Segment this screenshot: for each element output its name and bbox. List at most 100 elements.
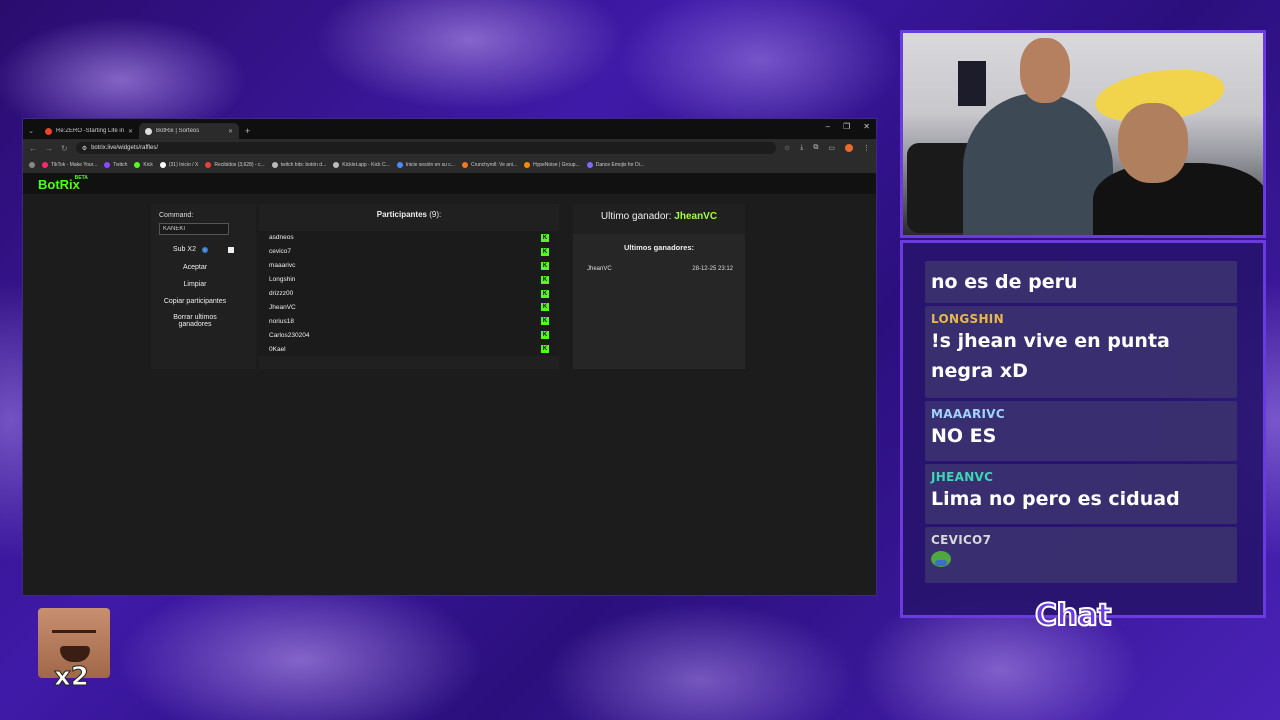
- bookmark-favicon-icon: [205, 162, 212, 168]
- webcam-feed: [900, 30, 1266, 238]
- bookmark-item[interactable]: Kick: [134, 162, 153, 168]
- close-tab-icon[interactable]: ✕: [128, 128, 133, 135]
- site-header: BotRix BETA: [23, 174, 876, 194]
- apps-icon[interactable]: [29, 162, 35, 168]
- profile-avatar-icon[interactable]: [845, 144, 853, 152]
- participant-row: maaarivc K: [259, 258, 559, 273]
- emote-eyes: [52, 630, 96, 639]
- bookmark-label: Kicklet.app - Kick C...: [342, 162, 390, 168]
- url-field[interactable]: ⚙ botrix.live/widgets/raffles/: [75, 142, 776, 154]
- logo-text: BotRix: [38, 176, 80, 192]
- chat-message: JHEANVC Lima no pero es ciduad: [925, 464, 1237, 524]
- close-window-icon[interactable]: ✕: [863, 122, 870, 131]
- tab-title: BotRix | Sorteos: [156, 128, 200, 134]
- reload-icon[interactable]: ↻: [61, 144, 68, 153]
- sidebar-icon[interactable]: ▭: [828, 144, 835, 152]
- chat-username: JHEANVC: [931, 470, 994, 484]
- new-tab-icon[interactable]: +: [239, 123, 256, 139]
- recent-winners-title: Ultimos ganadores:: [623, 243, 694, 252]
- participant-name: JheanVC: [269, 303, 296, 311]
- tab-rezero[interactable]: Re:ZERO -Starting Life in Anoth ✕: [39, 123, 139, 139]
- kick-icon: K: [541, 303, 549, 312]
- accept-button[interactable]: Aceptar: [151, 264, 239, 271]
- info-icon[interactable]: i: [201, 246, 208, 253]
- botrix-logo[interactable]: BotRix BETA: [38, 175, 88, 192]
- peepo-emote-icon: [931, 551, 951, 567]
- emote-mouth: [60, 646, 90, 662]
- window-controls: – ❐ ✕: [826, 122, 870, 131]
- kick-icon: K: [541, 233, 549, 242]
- tab-search-icon[interactable]: ⌄: [23, 123, 39, 139]
- bookmark-label: Inicie sesión en su c...: [405, 162, 455, 168]
- participant-row: drizzz00 K: [259, 286, 559, 301]
- chat-panel: no es de peru LONGSHIN !s jhean vive en …: [900, 240, 1266, 618]
- tab-title: Re:ZERO -Starting Life in Anoth: [56, 128, 124, 134]
- bookmark-item[interactable]: twitch bits: botón d...: [271, 162, 326, 168]
- back-icon[interactable]: ←: [29, 144, 37, 153]
- bookmark-item[interactable]: TikTok - Make Your...: [42, 162, 97, 168]
- bookmark-item[interactable]: (31) Inicio / X: [159, 162, 198, 168]
- bookmark-item[interactable]: HypeNoise | Group...: [524, 162, 580, 168]
- bookmark-item[interactable]: Twitch: [104, 162, 127, 168]
- kick-icon: K: [541, 261, 549, 270]
- download-icon[interactable]: ⤓: [800, 144, 803, 152]
- chat-message-text: NO ES: [931, 425, 997, 447]
- close-tab-icon[interactable]: ✕: [228, 128, 233, 135]
- bookmark-favicon-icon: [42, 162, 48, 168]
- sub-x2-checkbox[interactable]: [227, 246, 234, 253]
- tab-botrix[interactable]: BotRix | Sorteos ✕: [139, 123, 239, 139]
- copy-participants-button[interactable]: Copiar participantes: [151, 298, 239, 305]
- browser-window: ⌄ Re:ZERO -Starting Life in Anoth ✕ BotR…: [22, 118, 877, 596]
- bookmark-item[interactable]: Inicie sesión en su c...: [396, 162, 455, 168]
- chat-message: LONGSHIN !s jhean vive en punta negra xD: [925, 306, 1237, 398]
- participants-panel: Participantes (9): asdneos K cevico7 Kmaaar…: [259, 204, 559, 369]
- kick-icon: K: [541, 345, 549, 354]
- tab-bar: ⌄ Re:ZERO -Starting Life in Anoth ✕ BotR…: [23, 119, 876, 139]
- bookmark-item[interactable]: Kicklet.app - Kick C...: [333, 162, 390, 168]
- raffle-controls-panel: Command: Sub X2 i Aceptar Limpiar Copiar…: [151, 204, 256, 369]
- chat-overlay-label: Chat: [1034, 597, 1112, 634]
- sub-x2-label: Sub X2: [173, 246, 196, 253]
- last-winner-label: Ultimo ganador:: [600, 211, 672, 222]
- bookmark-item[interactable]: Recibidos (3,628) - c...: [205, 162, 265, 168]
- delete-winners-button[interactable]: Borrar ultimos ganadores: [173, 314, 217, 328]
- streamer-right-head: [1118, 103, 1188, 183]
- participant-row: Longshin K: [259, 272, 559, 287]
- bookmark-label: Crunchyroll: Ve ani...: [470, 162, 518, 168]
- logo-badge: BETA: [74, 174, 88, 181]
- minimize-icon[interactable]: –: [826, 122, 830, 131]
- participant-row: Carlos230204 K: [259, 328, 559, 343]
- kick-icon: K: [541, 275, 549, 284]
- bookmark-label: Twitch: [113, 162, 128, 168]
- bookmark-label: Kick: [143, 162, 153, 168]
- menu-icon[interactable]: ⋮: [863, 144, 870, 152]
- bookmark-item[interactable]: Dance Emojis for Di...: [586, 162, 644, 168]
- chat-message-text: !s jhean vive en punta negra xD: [931, 330, 1170, 382]
- participant-name: cevico7: [269, 248, 292, 256]
- clear-button[interactable]: Limpiar: [151, 281, 239, 288]
- kick-icon: K: [541, 247, 549, 256]
- participants-title-text: Participantes: [376, 210, 427, 219]
- last-winner-heading: Ultimo ganador: JheanVC: [573, 211, 745, 222]
- streamer-left: [963, 93, 1113, 235]
- wall-poster: [958, 61, 986, 106]
- command-input[interactable]: [159, 223, 229, 235]
- chat-message-text: Lima no pero es ciduad: [931, 488, 1180, 510]
- site-info-icon[interactable]: ⚙: [82, 145, 87, 152]
- maximize-icon[interactable]: ❐: [843, 122, 850, 131]
- chat-message-text: no es de peru: [931, 271, 1078, 293]
- participants-title: Participantes (9):: [259, 210, 559, 219]
- streamer-left-head: [1020, 38, 1070, 103]
- bookmark-favicon-icon: [134, 162, 141, 168]
- forward-icon[interactable]: →: [45, 144, 53, 153]
- bookmark-star-icon[interactable]: ☆: [784, 144, 790, 152]
- participant-row: JheanVC K: [259, 300, 559, 315]
- bookmark-favicon-icon: [396, 162, 403, 168]
- bookmark-item[interactable]: Crunchyroll: Ve ani...: [461, 162, 518, 168]
- participant-row: 0Kael K: [259, 342, 559, 357]
- participant-name: maaarivc: [269, 262, 296, 270]
- participant-row: asdneos K: [259, 231, 559, 245]
- extensions-icon[interactable]: ⧉: [813, 144, 818, 152]
- kick-icon: K: [541, 289, 549, 298]
- participant-name: Longshin: [269, 276, 296, 284]
